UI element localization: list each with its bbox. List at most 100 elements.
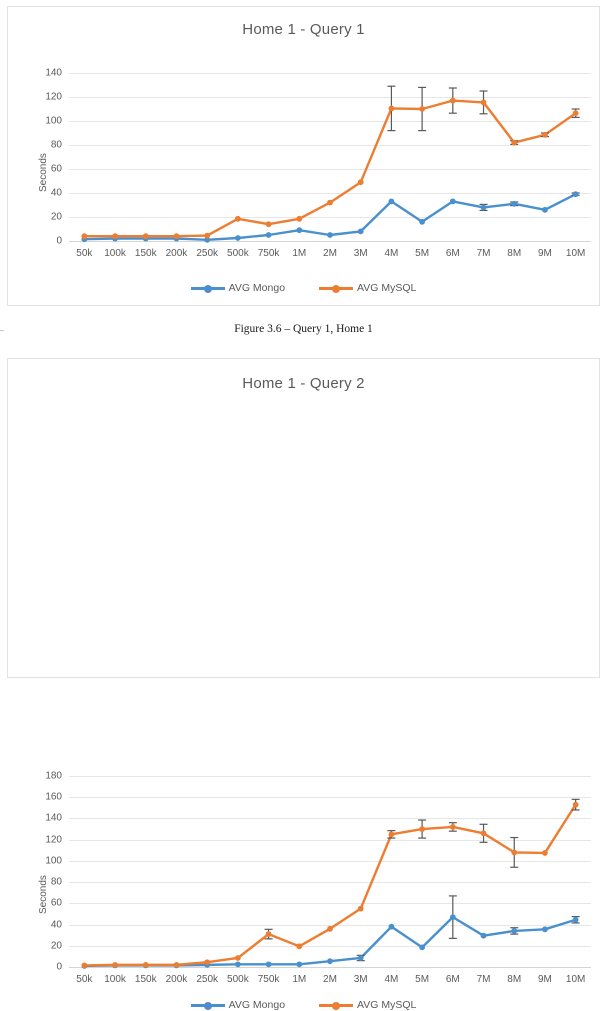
figure-caption: Figure 3.6 – Query 1, Home 1 (234, 323, 373, 335)
data-point (388, 105, 395, 112)
x-axis-tick-label: 2M (323, 248, 337, 259)
data-point (480, 830, 487, 837)
data-point (142, 961, 149, 968)
x-axis-tick-label: 200k (165, 248, 188, 259)
legend-item-mongo[interactable]: AVG Mongo (190, 999, 286, 1011)
legend-label-mysql: AVG MySQL (357, 282, 417, 294)
x-axis-tick-label: 5M (415, 248, 430, 259)
x-axis-tick-label: 10M (565, 248, 586, 259)
y-axis-tick-label: 100 (45, 115, 62, 127)
series-layer (81, 85, 580, 243)
data-point (572, 801, 579, 808)
data-point (112, 233, 118, 240)
legend-label-mysql: AVG MySQL (357, 999, 417, 1011)
x-axis-tick-label: 1M (292, 248, 307, 259)
y-axis-tick-label: 140 (45, 812, 62, 824)
plot-area: 0 20 40 60 80 100 120 140 50k 100k 150k 200k 250k 500… (45, 68, 591, 259)
data-point (357, 179, 364, 186)
legend-marker-mysql (319, 1000, 354, 1011)
data-point (265, 931, 272, 938)
x-axis-tick-label: 250k (196, 248, 219, 259)
x-axis-tick-label: 750k (257, 248, 280, 259)
legend-item-mysql[interactable]: AVG MySQL (319, 999, 416, 1011)
data-point (480, 99, 487, 106)
y-axis-tick-label: 40 (50, 919, 62, 931)
data-point (296, 961, 303, 968)
x-axis-tick-label: 750k (257, 974, 280, 985)
data-point (265, 221, 272, 228)
data-point (296, 227, 303, 234)
legend-marker-mysql (319, 283, 354, 294)
chart-title: Home 1 - Query 1 (242, 21, 365, 38)
data-point (572, 916, 579, 923)
legend-label-mongo: AVG Mongo (228, 999, 286, 1011)
y-axis-tick-label: 0 (56, 235, 62, 247)
data-point (572, 110, 579, 117)
data-point (81, 962, 88, 969)
data-point (419, 826, 426, 832)
data-point (234, 235, 241, 241)
x-axis-tick-label: 150k (134, 248, 157, 259)
data-point (449, 198, 456, 205)
y-axis-tick-label: 160 (45, 791, 62, 803)
data-point (449, 824, 456, 830)
x-axis-tick-label: 3M (353, 248, 368, 259)
data-point (265, 232, 272, 238)
figure-page: Home 1 - Query 1 Seconds 0 20 40 60 80 100 120… (0, 0, 607, 1011)
legend-item-mongo[interactable]: AVG Mongo (190, 282, 286, 294)
series-layer (81, 798, 580, 969)
data-point (542, 131, 548, 138)
data-point (357, 905, 364, 912)
data-point (542, 206, 548, 213)
data-point (357, 228, 364, 235)
data-point (357, 955, 364, 961)
y-axis-tick-label: 60 (50, 163, 62, 175)
data-point (449, 914, 456, 921)
x-axis-tick-label: 7M (476, 974, 491, 985)
data-point (173, 961, 180, 968)
chart-title: Home 1 - Query 2 (242, 375, 365, 392)
x-axis-tick-label: 9M (537, 974, 552, 985)
data-point (173, 233, 180, 240)
data-point (204, 232, 211, 239)
legend-marker-mongo (190, 1000, 225, 1011)
x-axis-tick-label: 4M (384, 974, 399, 985)
x-axis-tick-label: 5M (415, 974, 430, 985)
data-point (542, 926, 548, 933)
data-point (265, 961, 272, 968)
x-axis-tick-label: 10M (565, 974, 586, 985)
data-point (327, 958, 333, 965)
legend-item-mysql[interactable]: AVG MySQL (319, 282, 416, 294)
y-axis-tick-label: 120 (45, 834, 62, 846)
x-axis-tick-label: 100k (104, 248, 126, 259)
series-line (83, 99, 577, 238)
y-axis-tick-label: 80 (50, 876, 62, 888)
series-line (83, 803, 577, 967)
data-point (511, 928, 518, 934)
x-axis-tick-label: 500k (227, 974, 249, 985)
legend-marker-mongo (190, 283, 225, 294)
x-axis-tick-label: 3M (353, 974, 368, 985)
y-axis-tick-label: 180 (45, 770, 62, 782)
x-axis-tick-label: 4M (384, 248, 399, 259)
legend-label-mongo: AVG Mongo (228, 282, 286, 294)
x-axis-tick-label: 2M (323, 974, 337, 985)
y-axis-tick-label: 60 (50, 897, 62, 909)
y-axis-tick-label: 120 (45, 91, 62, 103)
x-axis-tick-label: 8M (507, 248, 522, 259)
chart-legend: AVG Mongo AVG MySQL (8, 282, 599, 294)
data-point (296, 215, 303, 222)
data-point (388, 923, 395, 930)
x-axis-tick-label: 150k (134, 974, 157, 985)
y-axis-tick-label: 20 (50, 211, 62, 223)
data-point (419, 944, 426, 951)
data-point (419, 106, 426, 112)
y-axis-tick-label: 80 (50, 139, 62, 151)
x-axis-tick-label: 250k (196, 974, 219, 985)
data-point (419, 218, 426, 225)
y-axis-tick-label: 0 (56, 961, 62, 973)
data-point (480, 204, 487, 211)
data-point (388, 831, 395, 838)
chart-legend: AVG Mongo AVG MySQL (8, 999, 599, 1011)
x-axis-tick-label: 500k (227, 248, 249, 259)
